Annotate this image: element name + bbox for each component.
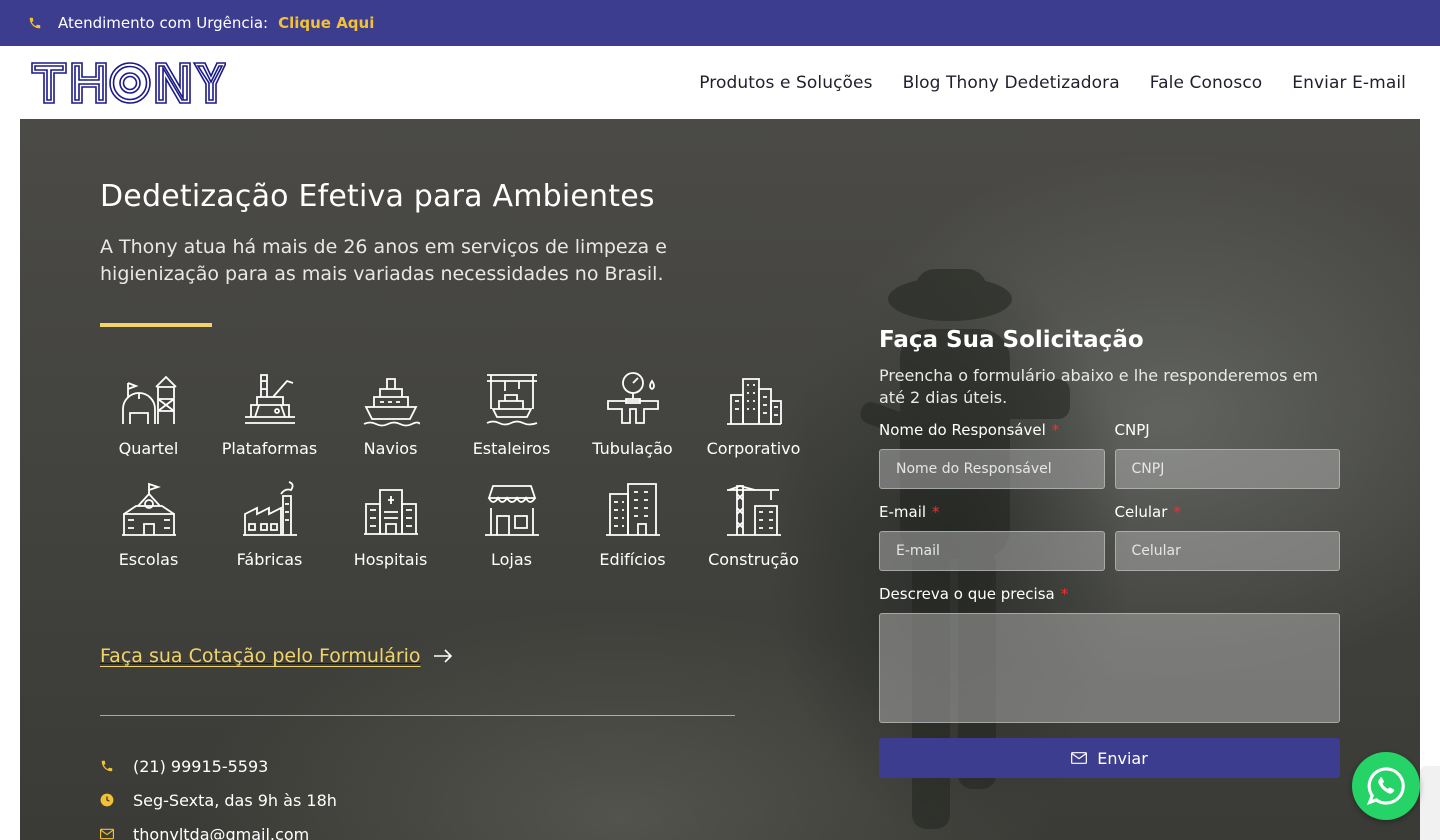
name-input[interactable] xyxy=(879,449,1105,489)
quote-form-link[interactable]: Faça sua Cotação pelo Formulário xyxy=(100,645,453,667)
ship-icon xyxy=(363,378,420,427)
phone-icon xyxy=(28,15,44,31)
segment-estaleiros: Estaleiros xyxy=(451,369,572,458)
cnpj-input[interactable] xyxy=(1114,449,1340,489)
clock-icon xyxy=(100,793,114,807)
mail-icon xyxy=(100,827,114,840)
oil-platform-icon xyxy=(244,374,295,424)
accent-divider xyxy=(100,323,212,327)
contact-email: thonyltda@gmail.com xyxy=(133,824,310,840)
request-form: Faça Sua Solicitação Preencha o formulár… xyxy=(879,327,1340,778)
whatsapp-icon xyxy=(1366,767,1405,806)
contact-email-row[interactable]: thonyltda@gmail.com xyxy=(100,817,337,840)
segment-hospitais: Hospitais xyxy=(330,480,451,569)
factory-icon xyxy=(242,481,297,536)
segment-label: Escolas xyxy=(118,550,179,569)
form-title: Faça Sua Solicitação xyxy=(879,327,1144,353)
segment-edificios: Edifícios xyxy=(572,480,693,569)
phone-input[interactable] xyxy=(1114,531,1340,571)
hero-section: Dedetização Efetiva para Ambientes A Tho… xyxy=(20,119,1420,840)
urgency-link[interactable]: Clique Aqui xyxy=(278,14,374,32)
contact-phone: (21) 99915-5593 xyxy=(133,756,269,776)
contact-info: (21) 99915-5593 Seg-Sexta, das 9h às 18h… xyxy=(100,749,337,840)
school-icon xyxy=(121,482,176,536)
urgency-label: Atendimento com Urgência: xyxy=(58,14,269,32)
segment-escolas: Escolas xyxy=(88,480,209,569)
thony-logo[interactable] xyxy=(30,60,228,106)
hero-title: Dedetização Efetiva para Ambientes xyxy=(100,179,655,214)
top-bar: Atendimento com Urgência: Clique Aqui xyxy=(0,0,1440,46)
email-label: E-mail * xyxy=(879,503,940,521)
shipyard-icon xyxy=(486,374,537,426)
segment-label: Construção xyxy=(708,550,799,569)
segment-label: Plataformas xyxy=(221,439,318,458)
site-header: Produtos e Soluções Blog Thony Dedetizad… xyxy=(0,46,1440,119)
segment-lojas: Lojas xyxy=(451,480,572,569)
building-icon xyxy=(605,483,660,536)
segment-label: Navios xyxy=(363,439,418,458)
quote-link-label: Faça sua Cotação pelo Formulário xyxy=(100,645,421,667)
store-icon xyxy=(484,485,539,536)
contact-hours: Seg-Sexta, das 9h às 18h xyxy=(133,790,337,810)
segments-grid: Quartel Plataformas Navios Estaleiros Tu… xyxy=(88,369,828,569)
contact-divider xyxy=(100,715,735,716)
nav-produtos[interactable]: Produtos e Soluções xyxy=(699,73,872,93)
whatsapp-button[interactable] xyxy=(1352,752,1420,820)
barracks-icon xyxy=(121,375,177,424)
submit-button[interactable]: Enviar xyxy=(879,738,1340,778)
segment-label: Corporativo xyxy=(706,439,801,458)
arrow-right-icon xyxy=(433,649,452,663)
message-label: Descreva o que precisa * xyxy=(879,585,1069,603)
segment-label: Lojas xyxy=(490,550,532,569)
segment-label: Hospitais xyxy=(353,550,428,569)
construction-crane-icon xyxy=(726,485,781,536)
nav-enviar-email[interactable]: Enviar E-mail xyxy=(1292,73,1406,93)
segment-label: Fábricas xyxy=(236,550,303,569)
segment-label: Quartel xyxy=(118,439,179,458)
phone-icon xyxy=(100,759,114,773)
segment-label: Tubulação xyxy=(592,439,673,458)
nav-blog[interactable]: Blog Thony Dedetizadora xyxy=(903,73,1120,93)
message-textarea[interactable] xyxy=(879,613,1340,723)
cnpj-label: CNPJ xyxy=(1114,421,1150,439)
segment-quartel: Quartel xyxy=(88,369,209,458)
mail-icon xyxy=(1071,752,1088,764)
corporate-buildings-icon xyxy=(726,378,782,425)
segment-plataformas: Plataformas xyxy=(209,369,330,458)
segment-construcao: Construção xyxy=(693,480,814,569)
segment-label: Estaleiros xyxy=(472,439,551,458)
name-label: Nome do Responsável * xyxy=(879,421,1060,439)
hero-subtitle: A Thony atua há mais de 26 anos em servi… xyxy=(100,236,667,285)
segment-corporativo: Corporativo xyxy=(693,369,814,458)
segment-tubulacao: Tubulação xyxy=(572,369,693,458)
segment-navios: Navios xyxy=(330,369,451,458)
submit-label: Enviar xyxy=(1097,748,1148,768)
pipeline-icon xyxy=(606,372,659,424)
form-subtitle: Preencha o formulário abaixo e lhe respo… xyxy=(879,366,1319,407)
contact-hours-row: Seg-Sexta, das 9h às 18h xyxy=(100,783,337,817)
segment-label: Edifícios xyxy=(599,550,666,569)
email-input[interactable] xyxy=(879,531,1105,571)
segment-fabricas: Fábricas xyxy=(209,480,330,569)
nav-fale-conosco[interactable]: Fale Conosco xyxy=(1150,73,1262,93)
hospital-icon xyxy=(363,489,418,535)
phone-label: Celular * xyxy=(1114,503,1181,521)
main-nav: Produtos e Soluções Blog Thony Dedetizad… xyxy=(699,46,1406,119)
contact-phone-row[interactable]: (21) 99915-5593 xyxy=(100,749,337,783)
side-panel-edge xyxy=(1420,766,1440,840)
